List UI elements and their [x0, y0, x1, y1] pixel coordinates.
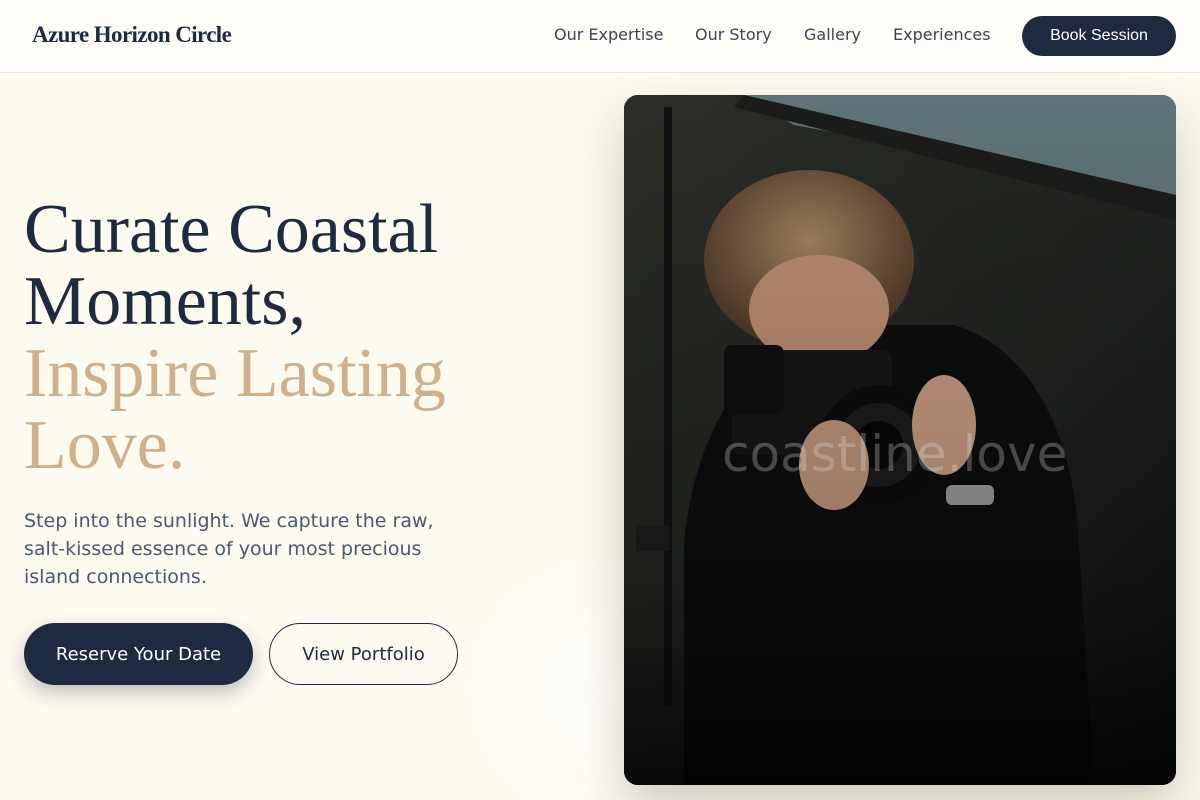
nav-link-our-story[interactable]: Our Story: [695, 25, 772, 44]
hero-title: Curate Coastal Moments, Inspire Lasting …: [24, 194, 564, 482]
view-portfolio-button[interactable]: View Portfolio: [269, 623, 458, 685]
hero-title-line-2: Moments,: [24, 263, 306, 340]
hero-title-accent-line-1: Inspire Lasting: [24, 335, 446, 412]
nav-link-experiences[interactable]: Experiences: [893, 25, 991, 44]
hero-photo: coastline.love: [624, 95, 1176, 785]
nav-link-gallery[interactable]: Gallery: [804, 25, 861, 44]
brand-logo[interactable]: Azure Horizon Circle: [32, 22, 232, 48]
hero-title-line-1: Curate Coastal: [24, 191, 439, 268]
hero-title-accent-line-2: Love.: [24, 407, 186, 484]
book-session-button[interactable]: Book Session: [1022, 16, 1176, 56]
nav-link-our-expertise[interactable]: Our Expertise: [554, 25, 663, 44]
reserve-date-button[interactable]: Reserve Your Date: [24, 623, 253, 685]
site-header: Azure Horizon Circle Our Expertise Our S…: [0, 0, 1200, 73]
image-watermark: coastline.love: [722, 425, 1068, 483]
hero-subtitle: Step into the sunlight. We capture the r…: [24, 510, 434, 588]
